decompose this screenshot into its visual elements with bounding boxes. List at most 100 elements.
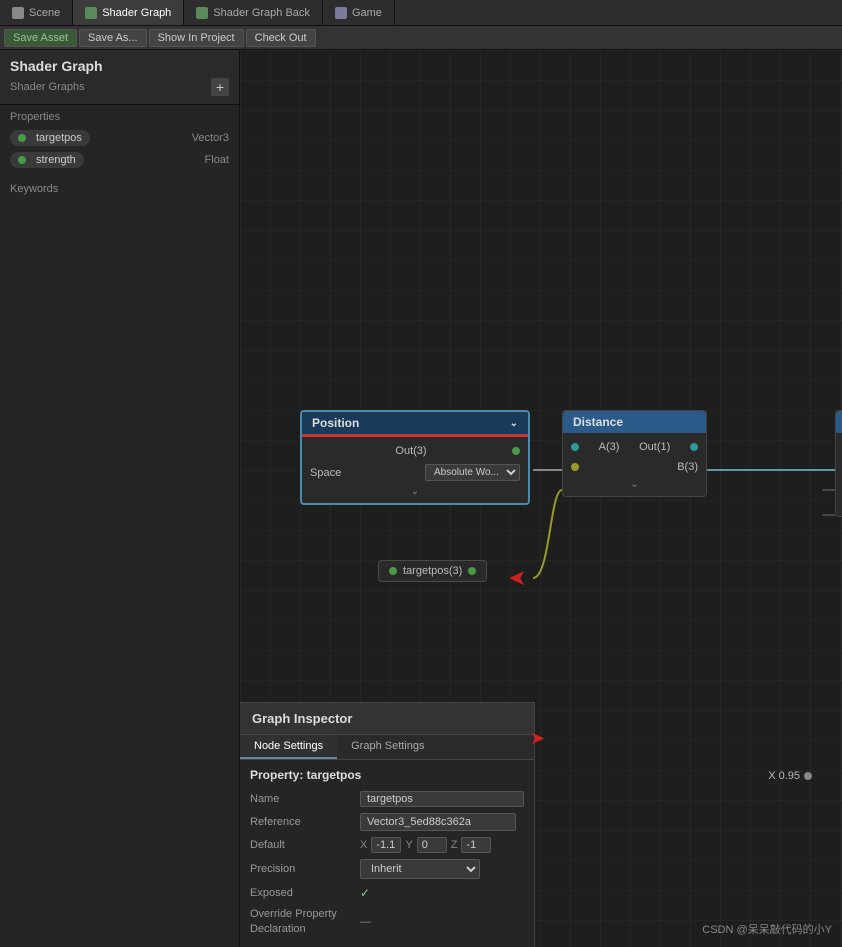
property-name-strength: strength: [10, 152, 84, 168]
default-x-input[interactable]: [371, 837, 401, 853]
remap-in-row: In(1) Out(1): [836, 437, 842, 457]
distance-out-label: Out(1): [639, 441, 670, 453]
node-targetpos[interactable]: targetpos(3): [378, 560, 487, 582]
property-type-targetpos: Vector3: [192, 132, 229, 144]
distance-b-row: B(3): [563, 457, 706, 477]
x-label: X 0.95: [768, 770, 800, 782]
keywords-section: Keywords: [0, 177, 239, 205]
default-y-input[interactable]: [417, 837, 447, 853]
distance-expand[interactable]: ⌄: [563, 477, 706, 492]
node-position[interactable]: Position ⌄ Out(3) Space Absolute Wo... ⌄: [300, 410, 530, 505]
property-type-strength: Float: [205, 154, 229, 166]
prop-reference-input[interactable]: [360, 813, 516, 831]
property-name-targetpos: targetpos: [10, 130, 90, 146]
shader-graph-header: Shader Graph Shader Graphs +: [0, 50, 239, 105]
show-in-project-button[interactable]: Show In Project: [149, 29, 244, 47]
targetpos-port: [389, 567, 397, 575]
check-out-button[interactable]: Check Out: [246, 29, 316, 47]
tab-node-settings[interactable]: Node Settings: [240, 735, 337, 759]
distance-b-in-port: [571, 463, 579, 471]
distance-a-in-port: [571, 443, 579, 451]
toolbar: Save Asset Save As... Show In Project Ch…: [0, 26, 842, 50]
distance-title: Distance: [573, 415, 623, 429]
position-out-port: [512, 447, 520, 455]
property-dot-strength: [18, 156, 26, 164]
red-arrow-targetpos: ➤: [508, 565, 526, 591]
position-expand[interactable]: ⌄: [302, 484, 528, 499]
prop-exposed-row: Exposed ✓: [250, 882, 524, 904]
property-dot-targetpos: [18, 134, 26, 142]
override-value: —: [360, 916, 371, 928]
default-xyz: X Y Z: [360, 837, 491, 853]
save-asset-button[interactable]: Save Asset: [4, 29, 77, 47]
add-shader-graph-button[interactable]: +: [211, 78, 229, 96]
shader-graphs-label: Shader Graphs: [10, 81, 85, 93]
position-title: Position: [312, 416, 359, 430]
tab-game[interactable]: Game: [323, 0, 395, 25]
space-dropdown[interactable]: Absolute Wo...: [425, 464, 520, 481]
remap-outminmax-row: X Y Out Min Max(2): [836, 477, 842, 497]
tab-scene[interactable]: Scene: [0, 0, 73, 25]
graph-inspector: Graph Inspector Node Settings Graph Sett…: [240, 702, 535, 947]
scene-icon: [12, 7, 24, 19]
tab-shader-graph[interactable]: Shader Graph: [73, 0, 184, 25]
distance-out-port: [690, 443, 698, 451]
inspector-body: Property: targetpos Name Reference Defau…: [240, 760, 534, 947]
shader-graphs-row: Shader Graphs +: [10, 78, 229, 96]
distance-header: Distance: [563, 411, 706, 433]
shader-icon: [85, 7, 97, 19]
property-item-targetpos[interactable]: targetpos Vector3: [10, 127, 229, 149]
save-as-button[interactable]: Save As...: [79, 29, 147, 47]
node-distance[interactable]: Distance A(3) Out(1) B(3) ⌄: [562, 410, 707, 497]
position-body: Out(3) Space Absolute Wo... ⌄: [302, 437, 528, 503]
prop-precision-label: Precision: [250, 863, 360, 875]
node-remap[interactable]: Remap In(1) Out(1) X Y: [835, 410, 842, 517]
tab-shader-back-label: Shader Graph Back: [213, 7, 310, 19]
node-settings-label: Node Settings: [254, 740, 323, 752]
prop-name-label: Name: [250, 793, 360, 805]
targetpos-out-port: [468, 567, 476, 575]
property-item-strength[interactable]: strength Float: [10, 149, 229, 171]
prop-override-row: Override Property Declaration —: [250, 904, 524, 939]
x-value-label: X 0.95: [768, 770, 812, 782]
exposed-check: ✓: [360, 886, 370, 900]
inspector-tabs: Node Settings Graph Settings: [240, 735, 534, 760]
prop-name-row: Name: [250, 788, 524, 810]
properties-label: Properties: [10, 111, 229, 123]
keywords-label: Keywords: [10, 183, 229, 195]
position-header: Position ⌄: [302, 412, 528, 437]
default-z-input[interactable]: [461, 837, 491, 853]
properties-section: Properties targetpos Vector3 strength Fl…: [0, 105, 239, 177]
distance-a-row: A(3) Out(1): [563, 437, 706, 457]
shader-graph-title: Shader Graph: [10, 58, 229, 74]
distance-b-label: B(3): [677, 461, 698, 473]
targetpos-label: targetpos(3): [403, 565, 462, 577]
tab-game-label: Game: [352, 7, 382, 19]
prop-default-label: Default: [250, 839, 360, 851]
tab-shader-graph-back[interactable]: Shader Graph Back: [184, 0, 323, 25]
position-space-row: Space Absolute Wo...: [302, 461, 528, 484]
distance-body: A(3) Out(1) B(3) ⌄: [563, 433, 706, 496]
left-panel: Shader Graph Shader Graphs + Properties …: [0, 50, 240, 947]
remap-body: In(1) Out(1) X Y In Min Max(2): [836, 433, 842, 516]
graph-settings-label: Graph Settings: [351, 740, 424, 752]
tab-graph-settings[interactable]: Graph Settings: [337, 735, 438, 759]
inspector-title: Graph Inspector: [252, 711, 352, 726]
prop-name-input[interactable]: [360, 791, 524, 807]
tab-scene-label: Scene: [29, 7, 60, 19]
distance-a-label: A(3): [599, 441, 620, 453]
prop-precision-row: Precision Inherit Half Single: [250, 856, 524, 882]
position-out-label: Out(3): [395, 445, 426, 457]
space-label: Space: [310, 467, 341, 479]
prop-exposed-label: Exposed: [250, 887, 360, 899]
property-title: Property: targetpos: [250, 768, 524, 782]
remap-expand[interactable]: ⌄: [836, 497, 842, 512]
canvas-area[interactable]: Position ⌄ Out(3) Space Absolute Wo... ⌄: [240, 50, 842, 947]
game-icon: [335, 7, 347, 19]
remap-inminmax-row: X Y In Min Max(2): [836, 457, 842, 477]
prop-override-label: Override Property Declaration: [250, 907, 360, 936]
remap-header: Remap: [836, 411, 842, 433]
tab-shader-label: Shader Graph: [102, 7, 171, 19]
precision-dropdown[interactable]: Inherit Half Single: [360, 859, 480, 879]
inspector-header: Graph Inspector: [240, 703, 534, 735]
